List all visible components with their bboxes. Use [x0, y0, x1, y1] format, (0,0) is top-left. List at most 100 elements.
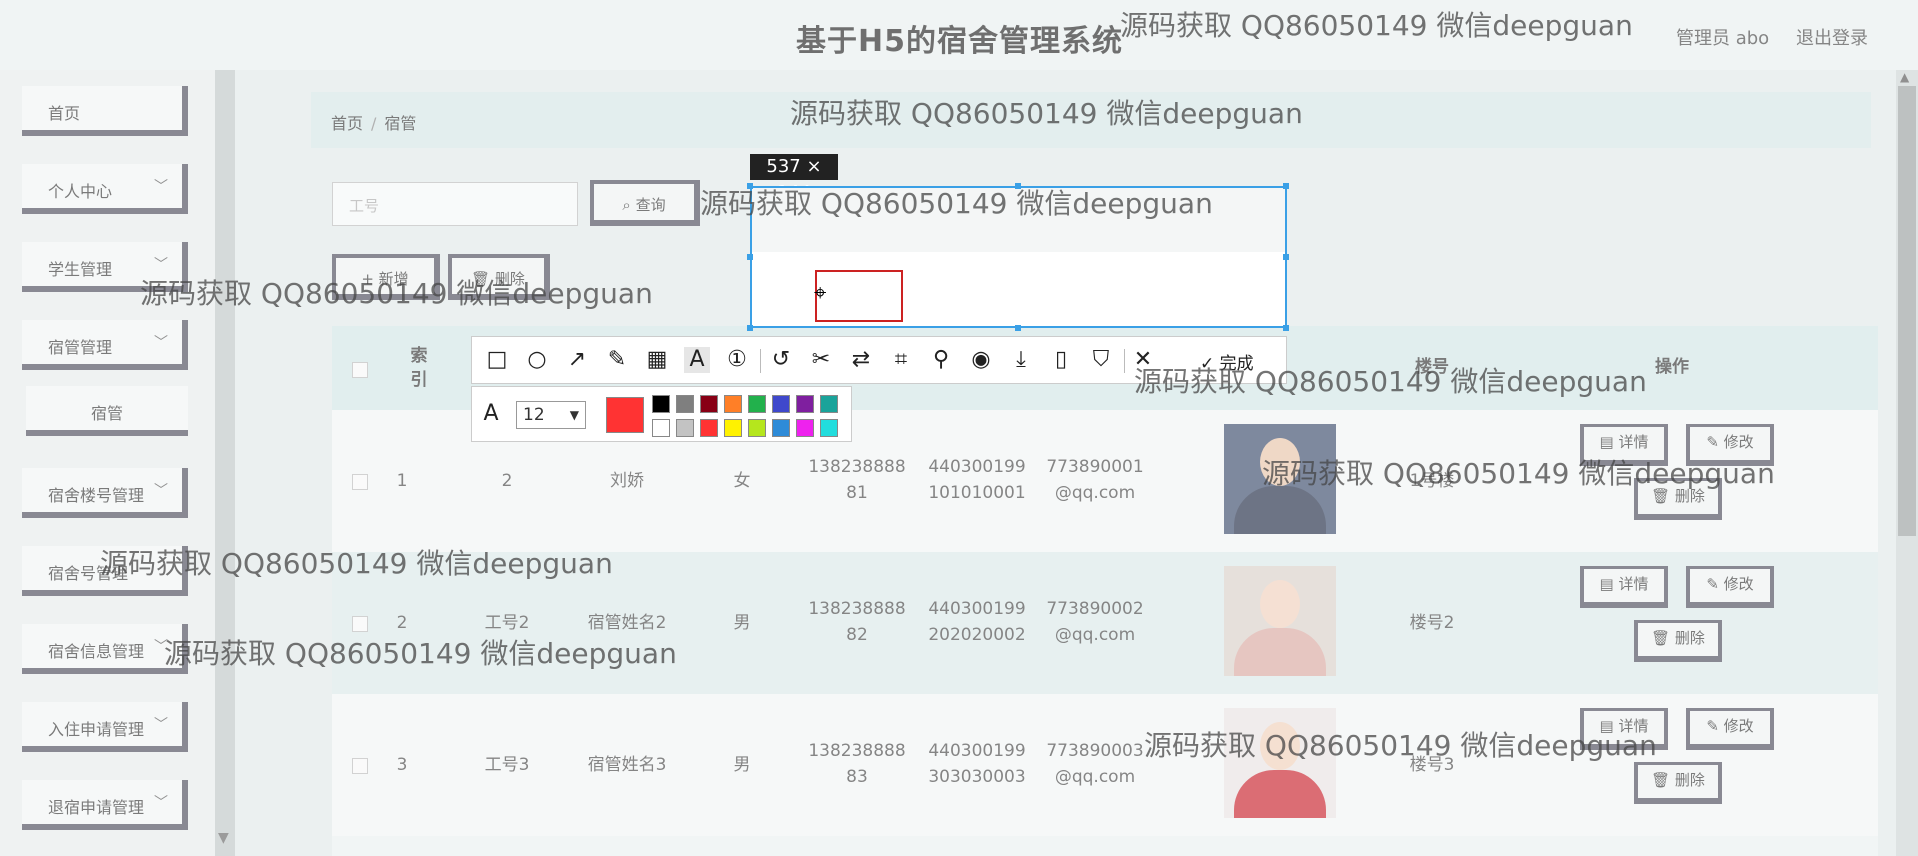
- sidebar-item-label: 宿舍号管理: [48, 564, 129, 583]
- edit-button[interactable]: ✎ 修改: [1686, 566, 1774, 608]
- select-all-checkbox[interactable]: [352, 362, 368, 378]
- resize-handle[interactable]: [1283, 183, 1289, 189]
- search-input[interactable]: 工号: [332, 182, 578, 226]
- cell-email-line2: @qq.com: [1054, 625, 1136, 645]
- sidebar-item-building-management[interactable]: 宿舍楼号管理 ﹀: [22, 468, 188, 518]
- ocr-icon[interactable]: ⌗: [888, 347, 914, 373]
- rect-icon[interactable]: □: [484, 347, 510, 373]
- phone-icon[interactable]: ▯: [1048, 347, 1074, 373]
- cell-id-line2: 202020002: [928, 625, 1026, 645]
- detail-button[interactable]: ▤ 详情: [1580, 424, 1668, 466]
- sidebar-item-room-management[interactable]: 宿舍号管理: [22, 546, 188, 596]
- color-swatch[interactable]: [796, 419, 814, 437]
- scissors-icon[interactable]: ✂: [808, 347, 834, 373]
- detail-button[interactable]: ▤ 详情: [1580, 566, 1668, 608]
- delete-button[interactable]: 🗑 删除: [1634, 478, 1722, 520]
- sidebar-item-checkin-apply[interactable]: 入住申请管理 ﹀: [22, 702, 188, 752]
- staff-photo: [1224, 708, 1336, 818]
- color-swatch[interactable]: [748, 419, 766, 437]
- resize-handle[interactable]: [747, 325, 753, 331]
- color-swatch[interactable]: [700, 395, 718, 413]
- undo-icon[interactable]: ↺: [768, 347, 794, 373]
- capture-region-preview: [752, 188, 1285, 252]
- arrow-icon[interactable]: ↗: [564, 347, 590, 373]
- download-icon[interactable]: ⤓: [1008, 347, 1034, 373]
- sidebar-scrollbar[interactable]: [215, 70, 235, 856]
- sidebar-item-label: 个人中心: [48, 182, 113, 201]
- edit-button[interactable]: ✎ 修改: [1686, 424, 1774, 466]
- add-button[interactable]: + 新增: [332, 254, 440, 300]
- delete-button[interactable]: 🗑 删除: [1634, 620, 1722, 662]
- row-checkbox[interactable]: [352, 758, 368, 774]
- chevron-up-icon[interactable]: ▲: [1900, 70, 1909, 84]
- logout-link[interactable]: 退出登录: [1796, 24, 1868, 50]
- sidebar-item-dorm-info[interactable]: 宿舍信息管理 ﹀: [22, 624, 188, 674]
- table-row: 3 工号3 宿管姓名3 男 138238888 83 440300199 30303…: [332, 694, 1878, 836]
- sidebar-item-label: 首页: [48, 104, 81, 123]
- sidebar-subitem-manager[interactable]: 宿管: [26, 386, 188, 436]
- record-icon[interactable]: ◉: [968, 347, 994, 373]
- color-swatch[interactable]: [772, 395, 790, 413]
- annotation-rectangle[interactable]: [815, 270, 903, 322]
- cell-email-line1: 773890001: [1046, 457, 1144, 477]
- breadcrumb-separator: /: [371, 114, 377, 133]
- text-icon[interactable]: A: [684, 347, 710, 373]
- row-checkbox[interactable]: [352, 474, 368, 490]
- resize-handle[interactable]: [747, 254, 753, 260]
- bookmark-icon[interactable]: ⛉: [1088, 347, 1114, 373]
- sidebar-item-home[interactable]: 首页: [22, 86, 188, 136]
- color-swatch[interactable]: [796, 395, 814, 413]
- resize-handle[interactable]: [747, 183, 753, 189]
- font-size-select[interactable]: 12 ▼: [516, 401, 586, 429]
- search-button[interactable]: ⌕ 查询: [590, 180, 700, 226]
- sidebar-item-checkout-apply[interactable]: 退宿申请管理 ﹀: [22, 780, 188, 830]
- bulk-delete-button[interactable]: 🗑 删除: [448, 254, 550, 300]
- color-swatch[interactable]: [820, 419, 838, 437]
- sidebar-item-personal-center[interactable]: 个人中心 ﹀: [22, 164, 188, 214]
- detail-icon: ▤: [1599, 575, 1614, 593]
- cell-email-line1: 773890003: [1046, 741, 1144, 761]
- cell-id-line1: 440300199: [928, 457, 1026, 477]
- color-swatch[interactable]: [724, 419, 742, 437]
- sidebar-item-manager-management[interactable]: 宿管管理 ﹀: [22, 320, 188, 370]
- translate-icon[interactable]: ⇄: [848, 347, 874, 373]
- color-swatch[interactable]: [676, 419, 694, 437]
- color-swatch[interactable]: [700, 419, 718, 437]
- sidebar-item-student-management[interactable]: 学生管理 ﹀: [22, 242, 188, 292]
- close-icon[interactable]: ✕: [1130, 347, 1156, 373]
- delete-button[interactable]: 🗑 删除: [1634, 762, 1722, 804]
- current-color-swatch[interactable]: [606, 397, 644, 433]
- color-swatch[interactable]: [652, 419, 670, 437]
- color-swatch[interactable]: [676, 395, 694, 413]
- pin-icon[interactable]: ⚲: [928, 347, 954, 373]
- cell-phone-line1: 138238888: [808, 457, 906, 477]
- resize-handle[interactable]: [1015, 325, 1021, 331]
- current-user-label: 管理员 abo: [1676, 28, 1770, 49]
- row-checkbox[interactable]: [352, 616, 368, 632]
- chevron-down-icon: ﹀: [154, 795, 168, 811]
- ellipse-icon[interactable]: ○: [524, 347, 550, 373]
- detail-button[interactable]: ▤ 详情: [1580, 708, 1668, 750]
- done-button[interactable]: ✓ 完成: [1200, 349, 1254, 374]
- color-swatch[interactable]: [724, 395, 742, 413]
- page-scrollbar-thumb[interactable]: [1898, 86, 1916, 536]
- staff-photo: [1224, 566, 1336, 676]
- resize-handle[interactable]: [1015, 183, 1021, 189]
- color-swatch[interactable]: [748, 395, 766, 413]
- sidebar-item-label: 宿舍楼号管理: [48, 486, 145, 505]
- color-swatch[interactable]: [820, 395, 838, 413]
- edit-button[interactable]: ✎ 修改: [1686, 708, 1774, 750]
- chevron-down-icon: ﹀: [154, 257, 168, 273]
- header-operations: 操作: [1655, 357, 1689, 377]
- pen-icon[interactable]: ✎: [604, 347, 630, 373]
- mosaic-icon[interactable]: ▦: [644, 347, 670, 373]
- color-swatch[interactable]: [652, 395, 670, 413]
- toolbar-divider: [1124, 349, 1125, 373]
- resize-handle[interactable]: [1283, 254, 1289, 260]
- toolbar-divider: [760, 349, 761, 373]
- chevron-down-icon[interactable]: ▼: [218, 830, 229, 846]
- number-icon[interactable]: ①: [724, 347, 750, 373]
- color-swatch[interactable]: [772, 419, 790, 437]
- breadcrumb-home[interactable]: 首页: [331, 114, 363, 133]
- resize-handle[interactable]: [1283, 325, 1289, 331]
